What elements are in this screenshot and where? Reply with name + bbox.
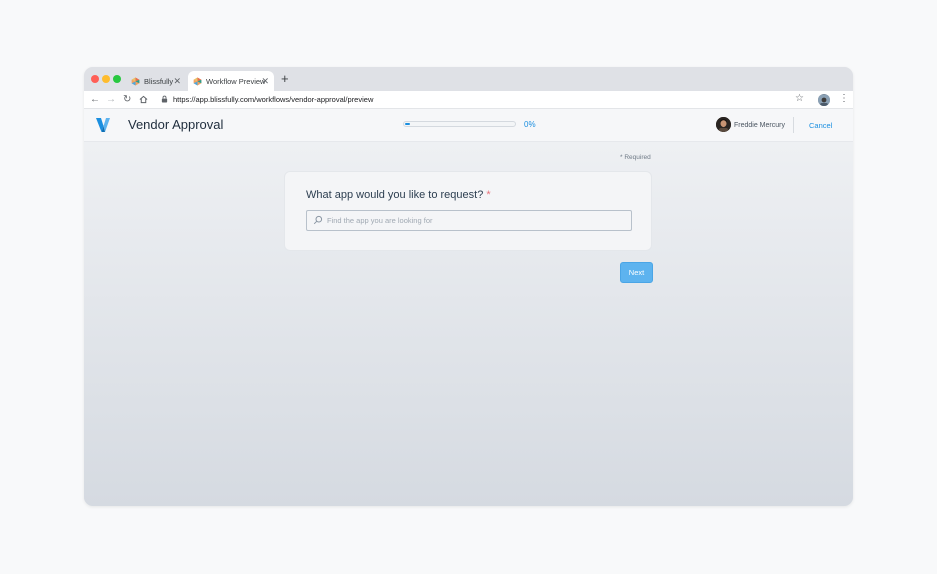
blissfully-favicon-icon xyxy=(131,76,140,86)
required-marker: * xyxy=(486,189,491,201)
progress-percent: 0% xyxy=(524,120,536,129)
app-logo-icon xyxy=(96,118,110,132)
tab-blissfully[interactable]: Blissfully ✕ xyxy=(126,71,186,91)
user-photo-icon xyxy=(716,117,731,132)
blissfully-favicon-icon xyxy=(193,76,202,86)
browser-toolbar: ← → ↻ https://app.blissfully.com/workflo… xyxy=(84,91,853,109)
app-search-field[interactable] xyxy=(306,210,632,231)
forward-arrow-icon[interactable]: → xyxy=(106,93,116,106)
star-icon[interactable]: ☆ xyxy=(795,93,804,105)
cancel-button[interactable]: Cancel xyxy=(809,121,832,130)
browser-window: Blissfully ✕ Workflow Preview ✕ + ← → ↻ xyxy=(84,67,853,506)
plus-icon[interactable]: + xyxy=(281,72,289,86)
avatar[interactable] xyxy=(716,117,731,132)
browser-profile-avatar[interactable] xyxy=(818,94,830,106)
question-label: What app would you like to request? * xyxy=(306,189,491,202)
window-minimize-button[interactable] xyxy=(102,75,110,83)
tab-title: Workflow Preview xyxy=(206,76,266,86)
question-text: What app would you like to request? xyxy=(306,189,484,201)
close-icon[interactable]: ✕ xyxy=(173,75,181,87)
question-card: What app would you like to request? * xyxy=(284,171,652,251)
tab-strip: Blissfully ✕ Workflow Preview ✕ + xyxy=(84,67,853,91)
search-input[interactable] xyxy=(327,213,622,227)
window-maximize-button[interactable] xyxy=(113,75,121,83)
kebab-menu-icon[interactable]: ⋮ xyxy=(839,93,849,105)
required-note: * Required xyxy=(620,154,651,161)
address-bar[interactable]: https://app.blissfully.com/workflows/ven… xyxy=(173,94,373,105)
main-content: * Required What app would you like to re… xyxy=(84,142,853,506)
tab-workflow-preview[interactable]: Workflow Preview ✕ xyxy=(188,71,274,91)
home-icon[interactable] xyxy=(139,95,148,104)
reload-icon[interactable]: ↻ xyxy=(123,93,131,106)
page-title: Vendor Approval xyxy=(128,117,224,132)
next-button[interactable]: Next xyxy=(620,262,653,283)
back-arrow-icon[interactable]: ← xyxy=(90,93,100,106)
progress-fill xyxy=(405,123,410,125)
app-header: Vendor Approval 0% Freddie Mercury Cance… xyxy=(84,109,853,142)
close-icon[interactable]: ✕ xyxy=(261,75,269,87)
progress-bar xyxy=(403,121,516,127)
search-icon xyxy=(313,215,323,225)
tab-title: Blissfully xyxy=(144,76,174,86)
user-name: Freddie Mercury xyxy=(734,122,785,129)
profile-photo-icon xyxy=(818,95,830,106)
header-divider xyxy=(793,117,794,133)
lock-icon xyxy=(161,95,168,103)
window-close-button[interactable] xyxy=(91,75,99,83)
